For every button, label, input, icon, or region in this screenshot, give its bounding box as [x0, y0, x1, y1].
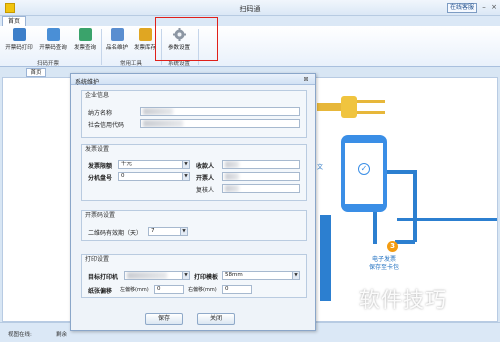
left-offset-label: 左偏移(mm) — [120, 287, 149, 293]
payee-label: 收款人 — [196, 163, 215, 170]
query-qr-icon — [46, 28, 60, 41]
window-title: 扫码通 — [239, 5, 261, 13]
company-name-label: 纳方名称 — [88, 110, 113, 117]
redacted-value — [225, 173, 239, 180]
system-maintenance-dialog: 系统维护 ⊠ 企业信息 纳方名称 社会信用代码 发票设置 发票限额 千元 ▼ 分… — [70, 73, 316, 331]
product-name-button[interactable]: 品名维护 — [104, 28, 130, 56]
chevron-down-icon: ▼ — [292, 272, 299, 279]
tab-home[interactable]: 首页 — [2, 16, 26, 26]
print-settings-group: 打印设置 目标打印机 ▼ 打印模板 58mm ▼ 纸张偏移 左偏移(mm) 0 … — [81, 254, 307, 298]
save-button[interactable]: 保存 — [145, 313, 183, 325]
invoice-query-icon — [78, 28, 92, 41]
invoice-settings-group: 发票设置 发票限额 千元 ▼ 分机盘号 0 ▼ 收款人 开票人 复核人 — [81, 144, 307, 201]
invoice-limit-select[interactable]: 千元 ▼ — [118, 160, 190, 169]
credit-code-label: 社会信用代码 — [88, 122, 125, 129]
left-offset-field[interactable]: 0 — [154, 285, 184, 294]
qr-settings-group: 开票码设置 二维码有效期（天） 7 ▼ — [81, 210, 307, 241]
print-qr-label: 开票码打印 — [5, 45, 33, 51]
query-qr-button[interactable]: 开票码查询 — [38, 28, 68, 56]
print-qr-button[interactable]: 开票码打印 — [4, 28, 34, 56]
watermark: 软件技巧 — [359, 288, 447, 312]
product-name-label: 品名维护 — [105, 45, 128, 51]
online-service-button[interactable]: 在线客服 — [447, 3, 477, 13]
minimize-button[interactable]: – — [480, 2, 488, 12]
close-button[interactable]: 关闭 — [197, 313, 235, 325]
extension-select[interactable]: 0 ▼ — [118, 172, 190, 181]
printer-label: 目标打印机 — [88, 274, 119, 281]
extension-value: 0 — [121, 173, 125, 179]
highlight-annotation — [155, 17, 218, 61]
print-group-title: 打印设置 — [85, 256, 110, 263]
reviewer-field[interactable] — [222, 184, 300, 193]
redacted-value — [225, 185, 239, 192]
step-badge: 3 — [387, 241, 398, 252]
invoice-limit-label: 发票限额 — [88, 163, 113, 170]
redacted-value — [143, 108, 173, 115]
print-qr-icon — [12, 28, 26, 41]
flow-line — [397, 218, 497, 221]
group-label-tools: 常用工具 — [119, 61, 142, 67]
flow-line — [373, 210, 377, 244]
ribbon-toolbar: 开票码打印 开票码查询 发票查询 品名维护 发票库存 参数设置 扫码开票 常用工… — [0, 26, 500, 67]
template-label: 打印模板 — [194, 274, 219, 281]
reviewer-label: 复核人 — [196, 187, 215, 194]
invoice-group-title: 发票设置 — [85, 146, 110, 153]
drawer-field[interactable] — [222, 172, 300, 181]
right-offset-label: 右偏移(mm) — [188, 287, 217, 293]
status-remaining: 剩余 — [56, 332, 68, 338]
dialog-title-bar: 系统维护 ⊠ — [71, 74, 315, 86]
dialog-close-icon[interactable]: ⊠ — [302, 76, 310, 83]
flow-line — [413, 170, 417, 242]
right-offset-field[interactable]: 0 — [222, 285, 252, 294]
qr-valid-select[interactable]: 7 ▼ — [148, 227, 188, 236]
chevron-down-icon: ▼ — [182, 173, 189, 180]
chevron-down-icon: ▼ — [182, 161, 189, 168]
dialog-title: 系统维护 — [75, 79, 100, 86]
company-group-title: 企业信息 — [85, 92, 110, 99]
side-illustration — [320, 215, 331, 301]
phone-screen: ✓ — [345, 143, 383, 204]
step-caption: 电子发票 保存至卡包 — [368, 256, 399, 271]
invoice-stock-icon — [138, 28, 152, 41]
qr-valid-value: 7 — [151, 228, 155, 234]
check-icon: ✓ — [358, 163, 370, 175]
company-info-group: 企业信息 纳方名称 社会信用代码 — [81, 90, 307, 138]
credit-code-field[interactable] — [140, 119, 300, 128]
redacted-value — [225, 161, 239, 168]
invoice-query-button[interactable]: 发票查询 — [72, 28, 98, 56]
status-online: 视图在线: — [8, 332, 32, 338]
chevron-down-icon: ▼ — [180, 228, 187, 235]
title-bar: 扫码通 在线客服 – × — [0, 0, 500, 16]
company-name-field[interactable] — [140, 107, 300, 116]
query-qr-label: 开票码查询 — [39, 45, 67, 51]
chevron-down-icon: ▼ — [182, 272, 189, 279]
redacted-value — [127, 272, 167, 279]
payee-field[interactable] — [222, 160, 300, 169]
template-select[interactable]: 58mm ▼ — [222, 271, 300, 280]
drawer-label: 开票人 — [196, 175, 215, 182]
invoice-limit-value: 千元 — [121, 161, 133, 167]
group-label-scan-invoice: 扫码开票 — [36, 61, 59, 67]
extension-label: 分机盘号 — [88, 175, 113, 182]
flow-line — [385, 170, 415, 174]
qr-valid-label: 二维码有效期（天） — [88, 230, 143, 237]
side-text: 文 — [317, 164, 324, 171]
redacted-value — [143, 120, 183, 127]
ribbon-tab-strip: 首页 — [0, 16, 500, 26]
ribbon-separator — [101, 29, 102, 65]
printer-select[interactable]: ▼ — [124, 271, 190, 280]
invoice-query-label: 发票查询 — [73, 45, 96, 51]
qr-group-title: 开票码设置 — [85, 212, 116, 219]
tab-document-home[interactable]: 首页 — [26, 68, 46, 77]
phone-illustration: ✓ — [341, 135, 387, 212]
paper-offset-label: 纸张偏移 — [88, 288, 113, 295]
flow-line — [395, 240, 415, 244]
product-name-icon — [110, 28, 124, 41]
template-value: 58mm — [225, 272, 243, 278]
plug-illustration — [317, 96, 385, 118]
invoice-stock-label: 发票库存 — [133, 45, 156, 51]
close-window-button[interactable]: × — [490, 2, 498, 12]
